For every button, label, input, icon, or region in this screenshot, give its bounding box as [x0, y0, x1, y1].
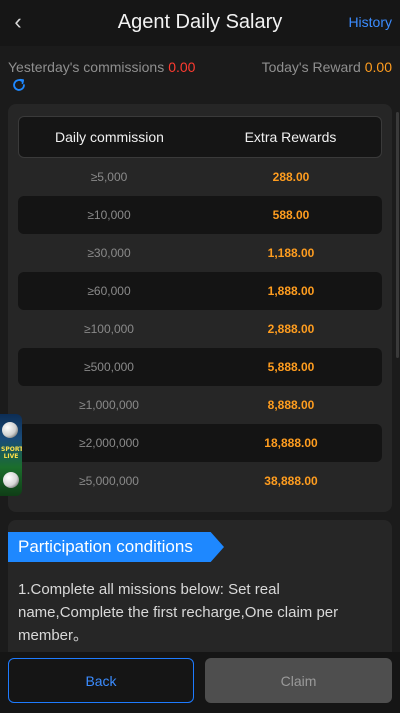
scrollbar-thumb[interactable] [396, 112, 399, 358]
agent-daily-salary-screen: ‹ Agent Daily Salary History Yesterday's… [0, 0, 400, 713]
reward-table-rows: ≥5,000 288.00 ≥10,000 588.00 ≥30,000 1,1… [18, 158, 382, 500]
commission-threshold: ≥1,000,000 [79, 398, 139, 412]
sports-live-logo: SPORTS LIVE [1, 446, 22, 460]
header: ‹ Agent Daily Salary History [0, 0, 400, 46]
table-row: ≥5,000 288.00 [18, 158, 382, 196]
conditions-title: Participation conditions [18, 537, 193, 556]
sports-live-floating-widget[interactable]: SPORTS LIVE [0, 414, 22, 496]
soccer-ball-icon [3, 472, 19, 488]
extra-reward: 18,888.00 [264, 436, 318, 450]
page-title: Agent Daily Salary [117, 11, 283, 33]
table-row: ≥1,000,000 8,888.00 [18, 386, 382, 424]
yesterday-commissions-label: Yesterday's commissions [8, 59, 165, 75]
yesterday-commissions-value: 0.00 [168, 59, 196, 75]
table-row: ≥500,000 5,888.00 [18, 348, 382, 386]
table-row: ≥2,000,000 18,888.00 [18, 424, 382, 462]
table-row: ≥5,000,000 38,888.00 [18, 462, 382, 500]
commission-threshold: ≥100,000 [84, 322, 134, 336]
today-reward-value: 0.00 [364, 59, 392, 75]
claim-button[interactable]: Claim [205, 658, 392, 703]
extra-reward: 1,888.00 [267, 284, 315, 298]
commission-threshold: ≥2,000,000 [79, 436, 139, 450]
refresh-icon[interactable] [10, 76, 28, 94]
commission-threshold: ≥5,000 [90, 170, 128, 184]
today-reward: Today's Reward 0.00 [262, 59, 392, 75]
extra-reward: 588.00 [272, 208, 310, 222]
extra-reward: 2,888.00 [267, 322, 315, 336]
soccer-ball-icon [2, 422, 18, 438]
today-reward-label: Today's Reward [261, 59, 361, 75]
conditions-title-ribbon: Participation conditions [8, 532, 224, 562]
conditions-text: 1.Complete all missions below: Set real … [18, 581, 339, 644]
extra-reward: 8,888.00 [267, 398, 315, 412]
commission-threshold: ≥500,000 [84, 360, 134, 374]
table-row: ≥60,000 1,888.00 [18, 272, 382, 310]
commission-threshold: ≥30,000 [87, 246, 131, 260]
column-header-daily-commission: Daily commission [55, 129, 164, 145]
extra-reward: 288.00 [272, 170, 310, 184]
commission-threshold: ≥60,000 [87, 284, 131, 298]
table-row: ≥30,000 1,188.00 [18, 234, 382, 272]
extra-reward: 38,888.00 [264, 474, 318, 488]
commission-summary: Yesterday's commissions 0.00 Today's Rewa… [0, 54, 400, 94]
history-link[interactable]: History [348, 14, 392, 30]
commission-threshold: ≥5,000,000 [79, 474, 139, 488]
yesterday-commissions: Yesterday's commissions 0.00 [8, 59, 195, 75]
participation-conditions-card: Participation conditions 1.Complete all … [8, 520, 392, 660]
reward-table-card: Daily commission Extra Rewards ≥5,000 28… [8, 104, 392, 512]
table-row: ≥100,000 2,888.00 [18, 310, 382, 348]
table-header: Daily commission Extra Rewards [18, 116, 382, 158]
column-header-extra-rewards: Extra Rewards [244, 129, 337, 145]
extra-reward: 5,888.00 [267, 360, 315, 374]
commission-threshold: ≥10,000 [87, 208, 131, 222]
extra-reward: 1,188.00 [267, 246, 315, 260]
bottom-action-bar: Back Claim [0, 652, 400, 713]
table-row: ≥10,000 588.00 [18, 196, 382, 234]
back-button[interactable]: Back [8, 658, 194, 703]
